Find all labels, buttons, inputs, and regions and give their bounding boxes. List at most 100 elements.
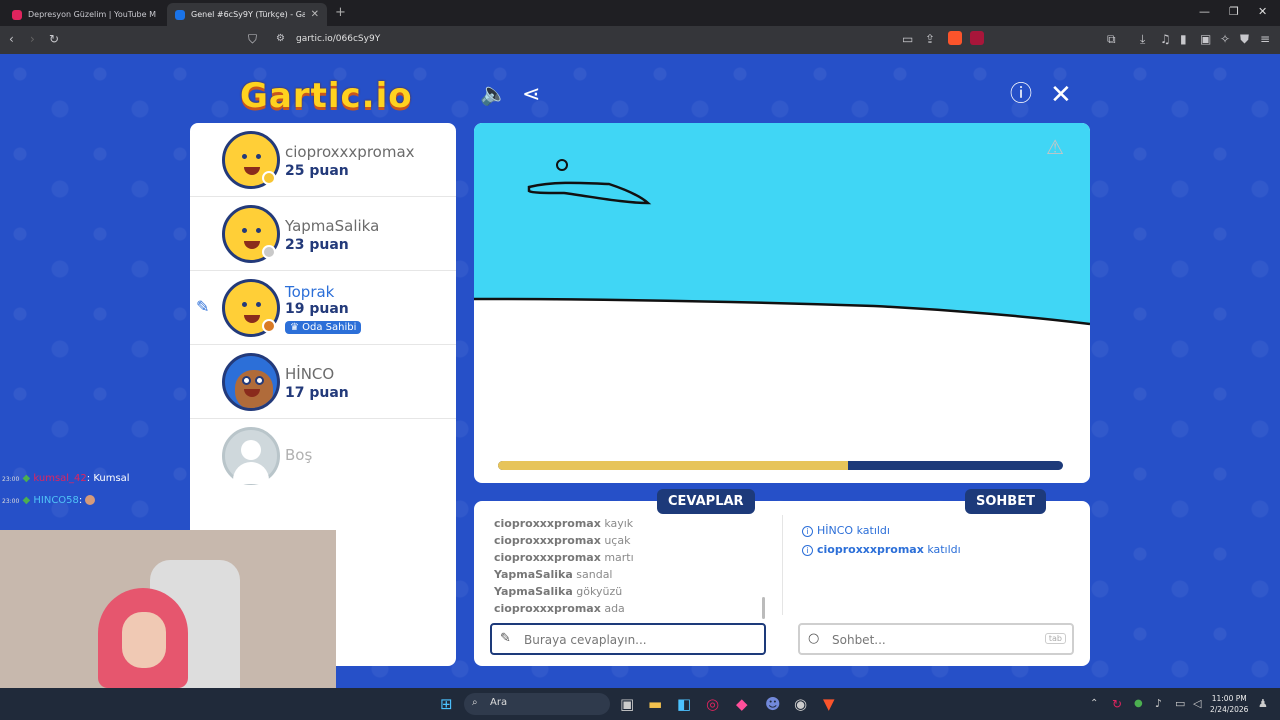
search-label: Ara bbox=[490, 697, 508, 708]
close-tab-icon[interactable]: ✕ bbox=[311, 9, 319, 20]
volume-icon[interactable]: 🔈 bbox=[480, 82, 507, 108]
close-window-icon[interactable]: ✕ bbox=[1258, 5, 1267, 18]
chat-list: i HİNCO katıldı i cioproxxxpromax katıldı bbox=[802, 521, 961, 559]
chat-input[interactable]: ○ Sohbet... tab bbox=[798, 623, 1074, 655]
share-page-icon[interactable]: ⇪ bbox=[925, 32, 935, 46]
youtube-favicon-icon bbox=[12, 9, 22, 20]
list-item: cioproxxxpromax ada bbox=[494, 602, 625, 615]
stream-chat-message: 23:00 ◆ HINCO58: bbox=[2, 495, 96, 506]
tray-chevron-icon[interactable]: ⌃ bbox=[1090, 695, 1098, 713]
drawing bbox=[474, 123, 1090, 326]
status-dot bbox=[262, 245, 276, 259]
report-warning-icon[interactable]: ⚠ bbox=[1046, 135, 1064, 159]
taskbar-search[interactable]: ⌕ Ara bbox=[464, 693, 610, 715]
extensions-icon[interactable]: ✧ bbox=[1220, 32, 1230, 46]
address-bar[interactable]: gartic.io/066cSy9Y bbox=[296, 34, 380, 44]
gartic-logo: Gartic.io bbox=[240, 76, 413, 116]
minimize-icon[interactable]: — bbox=[1199, 5, 1210, 18]
windows-taskbar: ⊞ ⌕ Ara ▣ ▬ ◧ ◎ ◆ ☻ ◉ ▼ ⌃ ↻ ● ♪ ▭ ◁ 11:0… bbox=[0, 688, 1280, 720]
answer-input[interactable]: ✎ Buraya cevaplayın... bbox=[490, 623, 766, 655]
taskbar-clock[interactable]: 11:00 PM 2/24/2026 bbox=[1210, 693, 1248, 715]
chat-bubble-icon: ○ bbox=[808, 631, 820, 646]
forward-icon[interactable]: › bbox=[30, 32, 35, 46]
cast-icon[interactable]: ▭ bbox=[902, 32, 913, 46]
start-icon[interactable]: ⊞ bbox=[440, 695, 453, 713]
player-card[interactable]: HİNCO 17 puan bbox=[190, 345, 456, 419]
empty-slot-label: Boş bbox=[285, 446, 313, 464]
obs-icon[interactable]: ◉ bbox=[794, 695, 807, 713]
badge-icon: ◆ bbox=[22, 495, 31, 506]
app-icon[interactable]: ◆ bbox=[736, 695, 748, 713]
notification-bell-icon[interactable]: ♟ bbox=[1258, 695, 1268, 713]
brave-rewards-icon[interactable] bbox=[970, 31, 984, 45]
reload-icon[interactable]: ↻ bbox=[49, 32, 59, 46]
microphone-icon[interactable]: ♪ bbox=[1155, 695, 1162, 713]
pencil-icon: ✎ bbox=[196, 297, 210, 316]
player-score: 19 puan bbox=[285, 301, 349, 317]
webcam-feed bbox=[0, 530, 336, 688]
list-item: i HİNCO katıldı bbox=[802, 521, 961, 540]
list-item: cioproxxxpromax martı bbox=[494, 551, 634, 564]
info-icon: i bbox=[802, 526, 813, 537]
emote-icon bbox=[85, 495, 96, 505]
player-name: Toprak bbox=[285, 283, 335, 301]
site-info-icon[interactable]: ⚙ bbox=[276, 32, 285, 46]
pencil-icon: ✎ bbox=[500, 631, 511, 646]
player-card[interactable]: YapmaSalika 23 puan bbox=[190, 197, 456, 271]
back-icon[interactable]: ‹ bbox=[9, 32, 14, 46]
info-icon[interactable]: ⓘ bbox=[1010, 82, 1032, 108]
player-name: HİNCO bbox=[285, 365, 335, 383]
maximize-icon[interactable]: ❐ bbox=[1229, 5, 1239, 18]
new-tab-icon[interactable]: + bbox=[335, 5, 346, 20]
opera-icon[interactable]: ◎ bbox=[706, 695, 719, 713]
discord-icon[interactable]: ☻ bbox=[765, 695, 781, 713]
tab-gartic[interactable]: Genel #6cSy9Y (Türkçe) - Gartic.io ✕ bbox=[167, 3, 327, 26]
gartic-favicon-icon bbox=[175, 9, 185, 20]
speaker-icon[interactable]: ◁ bbox=[1193, 695, 1201, 713]
browser-tab-bar: Depresyon Güzelim | YouTube M Genel #6cS… bbox=[0, 0, 1280, 26]
downloads-icon[interactable]: ⤓ bbox=[1140, 32, 1145, 46]
brave-icon[interactable]: ▼ bbox=[823, 695, 835, 713]
menu-icon[interactable]: ≡ bbox=[1260, 32, 1270, 46]
player-card[interactable]: cioproxxxpromax 25 puan bbox=[190, 123, 456, 197]
file-explorer-icon[interactable]: ▬ bbox=[648, 695, 662, 713]
close-icon[interactable]: ✕ bbox=[1050, 82, 1072, 108]
browser-toolbar: ‹ › ↻ ⛉ ⚙ gartic.io/066cSy9Y ▭ ⇪ ⧉ ⤓ ♫ ▮… bbox=[0, 26, 1280, 54]
guess-list: cioproxxxpromax kayık cioproxxxpromax uç… bbox=[494, 515, 764, 617]
list-item: cioproxxxpromax kayık bbox=[494, 517, 634, 530]
tab-title: Depresyon Güzelim | YouTube M bbox=[28, 10, 156, 19]
tray-status-icon[interactable]: ● bbox=[1134, 695, 1143, 713]
badge-icon: ◆ bbox=[22, 473, 31, 484]
guess-scrollbar[interactable] bbox=[762, 597, 765, 619]
crown-icon: ♛ bbox=[290, 322, 303, 333]
reading-list-icon[interactable]: ▮ bbox=[1180, 32, 1187, 46]
status-dot bbox=[262, 319, 276, 333]
media-icon[interactable]: ♫ bbox=[1160, 32, 1171, 46]
player-score: 25 puan bbox=[285, 163, 349, 179]
timer-fill bbox=[498, 461, 849, 470]
network-icon[interactable]: ▭ bbox=[1175, 695, 1185, 713]
player-card-drawing[interactable]: ✎ Toprak 19 puan ♛ Oda Sahibi bbox=[190, 271, 456, 345]
answers-chat-panel: CEVAPLAR SOHBET cioproxxxpromax kayık ci… bbox=[474, 489, 1090, 666]
tab-youtube[interactable]: Depresyon Güzelim | YouTube M bbox=[4, 3, 164, 26]
tab-answers[interactable]: CEVAPLAR bbox=[657, 489, 755, 514]
tab-chat[interactable]: SOHBET bbox=[965, 489, 1046, 514]
tray-app-icon[interactable]: ↻ bbox=[1112, 695, 1122, 713]
player-name: cioproxxxpromax bbox=[285, 143, 415, 161]
store-icon[interactable]: ◧ bbox=[677, 695, 691, 713]
list-item: YapmaSalika gökyüzü bbox=[494, 585, 623, 598]
vpn-icon[interactable]: ⛊ bbox=[1240, 32, 1249, 46]
drawing-canvas[interactable]: ⚠ bbox=[474, 123, 1090, 483]
chat-placeholder: Sohbet... bbox=[832, 633, 886, 647]
wallet-icon[interactable]: ▣ bbox=[1200, 32, 1211, 46]
status-dot bbox=[262, 171, 276, 185]
bookmark-icon[interactable]: ⛉ bbox=[248, 32, 257, 46]
sidebar-icon[interactable]: ⧉ bbox=[1107, 32, 1116, 46]
avatar bbox=[222, 353, 280, 411]
share-icon[interactable]: ⋖ bbox=[522, 82, 540, 108]
brave-shields-icon[interactable] bbox=[948, 31, 962, 45]
player-name: YapmaSalika bbox=[285, 217, 380, 235]
round-timer-bar bbox=[498, 461, 1063, 470]
player-score: 23 puan bbox=[285, 237, 349, 253]
task-view-icon[interactable]: ▣ bbox=[620, 695, 634, 713]
